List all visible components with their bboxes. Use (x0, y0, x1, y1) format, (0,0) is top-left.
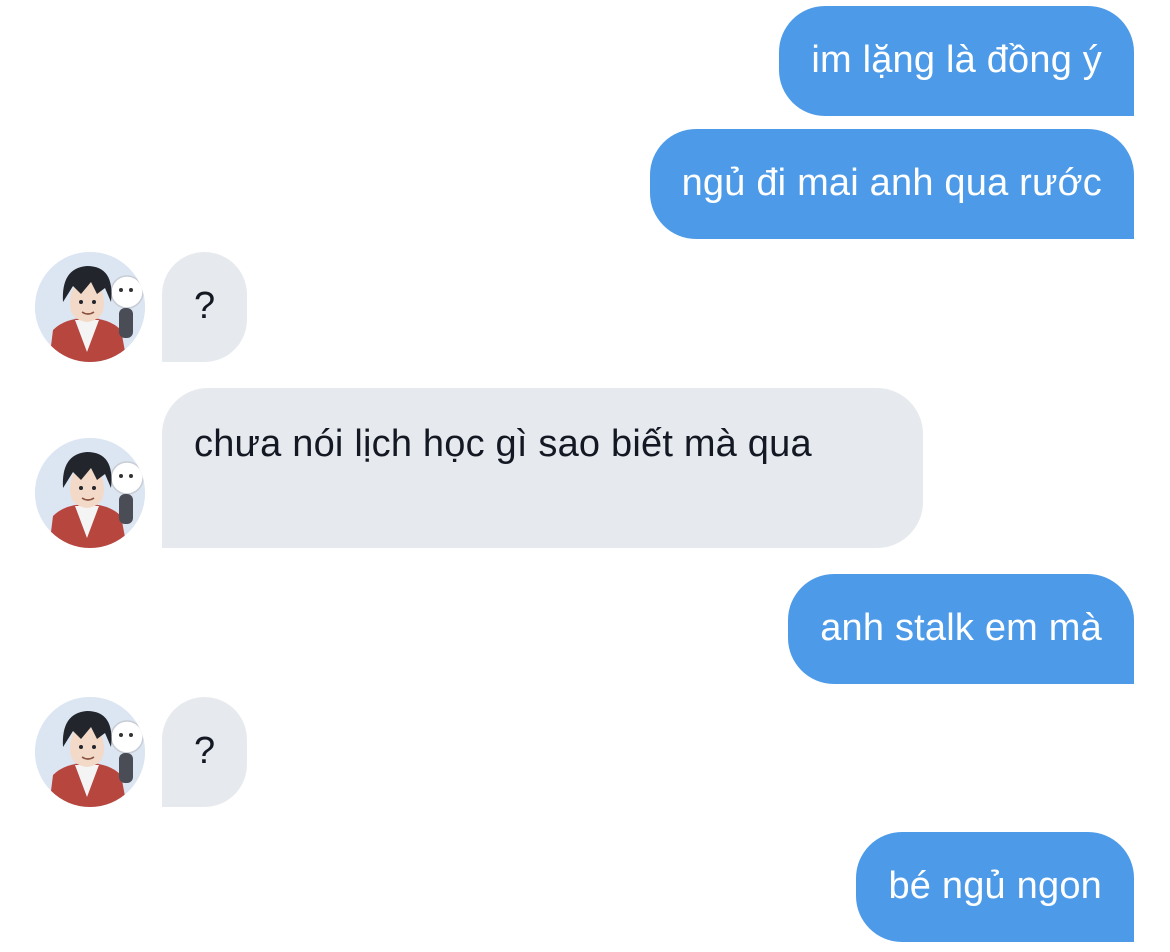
outgoing-message[interactable]: anh stalk em mà (788, 574, 1134, 684)
incoming-message[interactable]: ? (162, 252, 248, 362)
outgoing-message[interactable]: ngủ đi mai anh qua rước (649, 129, 1134, 239)
message-text: ? (194, 730, 216, 772)
user-avatar-icon (35, 697, 145, 807)
message-text: bé ngủ ngon (888, 865, 1102, 907)
message-thread: im lặng là đồng ý ngủ đi mai anh qua rướ… (0, 0, 1170, 952)
incoming-message[interactable]: ? (162, 697, 248, 807)
avatar[interactable] (35, 697, 145, 807)
message-text: chưa nói lịch học gì sao biết mà qua (194, 423, 812, 465)
message-text: ? (194, 285, 216, 327)
avatar[interactable] (35, 252, 145, 362)
user-avatar-icon (35, 252, 145, 362)
message-text: anh stalk em mà (820, 607, 1102, 649)
avatar[interactable] (35, 438, 145, 548)
outgoing-message[interactable]: im lặng là đồng ý (779, 6, 1134, 116)
user-avatar-icon (35, 438, 145, 548)
message-text: ngủ đi mai anh qua rước (681, 162, 1102, 204)
outgoing-message[interactable]: bé ngủ ngon (856, 832, 1134, 942)
message-text: im lặng là đồng ý (811, 39, 1102, 81)
incoming-message[interactable]: chưa nói lịch học gì sao biết mà qua (162, 388, 923, 548)
